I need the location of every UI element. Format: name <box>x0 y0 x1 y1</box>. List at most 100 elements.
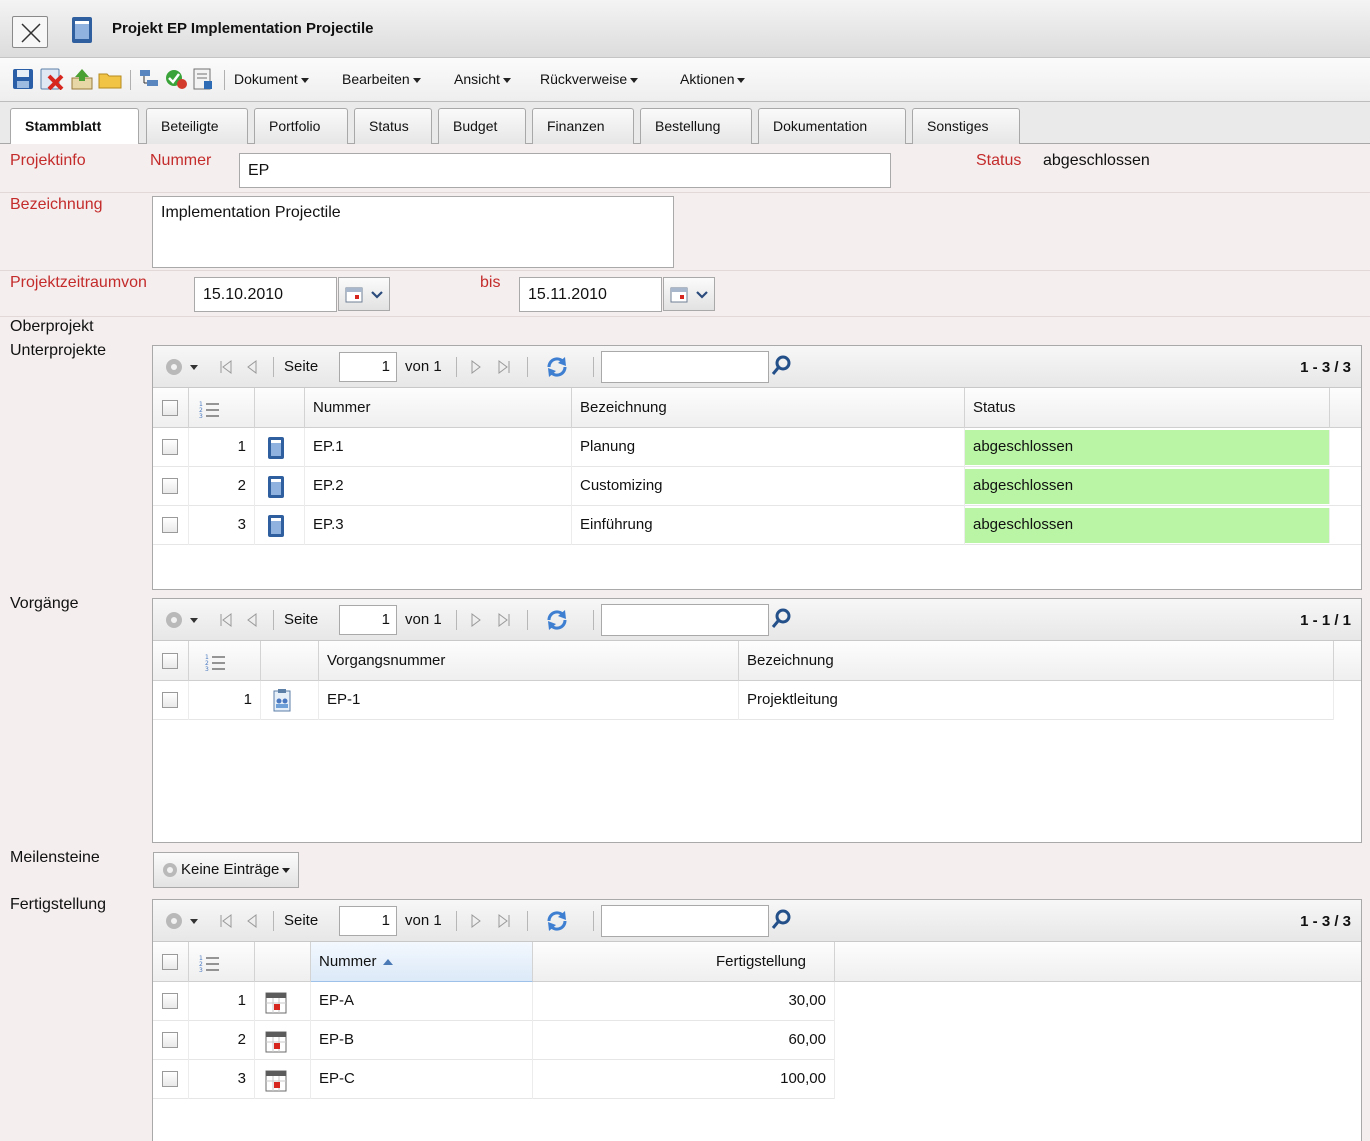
page-number-input[interactable]: 1 <box>339 605 397 635</box>
menu-ansicht[interactable]: Ansicht <box>454 71 511 87</box>
vorgaenge-search-input[interactable] <box>601 604 769 636</box>
last-page-icon[interactable] <box>497 612 511 628</box>
meilensteine-menu-button[interactable]: Keine Einträge <box>153 852 300 888</box>
fertigstellung-search-input[interactable] <box>601 905 769 937</box>
previous-page-icon[interactable] <box>247 913 257 929</box>
first-page-icon[interactable] <box>219 612 233 628</box>
previous-page-icon[interactable] <box>247 612 257 628</box>
table-row[interactable]: 1 EP-1 Projektleitung <box>153 681 1334 720</box>
folder-icon[interactable] <box>98 68 122 90</box>
search-icon[interactable] <box>771 607 793 629</box>
close-button[interactable] <box>12 16 48 48</box>
von-date-picker-button[interactable] <box>338 277 390 311</box>
row-number: 2 <box>189 1021 255 1060</box>
row-checkbox[interactable] <box>162 439 178 455</box>
unterprojekte-search-input[interactable] <box>601 351 769 383</box>
row-number: 1 <box>189 982 255 1021</box>
menu-dokument[interactable]: Dokument <box>234 71 309 87</box>
tab-finanzen[interactable]: Finanzen <box>532 108 634 144</box>
last-page-icon[interactable] <box>497 913 511 929</box>
cell-nummer[interactable]: EP.3 <box>305 506 572 545</box>
status-badge: abgeschlossen <box>965 430 1330 465</box>
von-date-input[interactable]: 15.10.2010 <box>194 277 337 312</box>
tab-budget[interactable]: Budget <box>438 108 526 144</box>
refresh-icon[interactable] <box>545 608 569 632</box>
tab-status[interactable]: Status <box>354 108 432 144</box>
column-header-status[interactable]: Status <box>965 388 1330 428</box>
upload-icon[interactable] <box>70 68 94 90</box>
cell-vorgangsnummer[interactable]: EP-1 <box>319 681 739 720</box>
bis-date-picker-button[interactable] <box>663 277 715 311</box>
status-value: abgeschlossen <box>1043 152 1150 169</box>
table-row[interactable]: 3 EP.3 Einführung abgeschlossen <box>153 506 1361 545</box>
report-icon[interactable] <box>192 68 214 90</box>
delete-icon[interactable] <box>40 68 64 90</box>
select-all-checkbox[interactable] <box>162 653 178 669</box>
cell-nummer[interactable]: EP.1 <box>305 428 572 467</box>
row-checkbox[interactable] <box>162 1032 178 1048</box>
table-row[interactable]: 2 EP.2 Customizing abgeschlossen <box>153 467 1361 506</box>
tab-portfolio[interactable]: Portfolio <box>254 108 348 144</box>
row-checkbox[interactable] <box>162 993 178 1009</box>
row-number: 1 <box>189 428 255 467</box>
gear-icon <box>163 863 177 878</box>
cell-nummer[interactable]: EP-C <box>311 1060 533 1099</box>
first-page-icon[interactable] <box>219 359 233 375</box>
table-row[interactable]: 3 EP-C 100,00 <box>153 1060 835 1099</box>
previous-page-icon[interactable] <box>247 359 257 375</box>
row-checkbox[interactable] <box>162 478 178 494</box>
select-all-checkbox[interactable] <box>162 954 178 970</box>
page-number-input[interactable]: 1 <box>339 906 397 936</box>
search-icon[interactable] <box>771 354 793 376</box>
oberprojekt-label: Oberprojekt <box>10 318 94 335</box>
next-page-icon[interactable] <box>471 359 481 375</box>
gear-icon[interactable] <box>163 609 199 631</box>
unterprojekte-grid: Seite 1 von 1 1 - 3 / 3 123 Nummer Bezei… <box>152 345 1362 590</box>
bezeichnung-textarea[interactable]: Implementation Projectile <box>152 196 674 268</box>
column-header-bezeichnung[interactable]: Bezeichnung <box>739 641 1334 681</box>
select-all-checkbox[interactable] <box>162 400 178 416</box>
tab-sonstiges[interactable]: Sonstiges <box>912 108 1020 144</box>
tab-beteiligte[interactable]: Beteiligte <box>146 108 248 144</box>
cell-nummer[interactable]: EP.2 <box>305 467 572 506</box>
cell-nummer[interactable]: EP-B <box>311 1021 533 1060</box>
column-header-fertigstellung[interactable]: Fertigstellung <box>533 942 835 982</box>
last-page-icon[interactable] <box>497 359 511 375</box>
column-header-bezeichnung[interactable]: Bezeichnung <box>572 388 965 428</box>
table-row[interactable]: 1 EP.1 Planung abgeschlossen <box>153 428 1361 467</box>
column-header-nummer[interactable]: Nummer <box>305 388 572 428</box>
projektzeitraum-label: Projektzeitraumvon <box>10 274 147 291</box>
cell-fertigstellung: 100,00 <box>533 1060 835 1099</box>
table-row[interactable]: 2 EP-B 60,00 <box>153 1021 835 1060</box>
refresh-icon[interactable] <box>545 909 569 933</box>
refresh-icon[interactable] <box>545 355 569 379</box>
column-header-nummer[interactable]: Nummer <box>311 942 533 982</box>
page-number-input[interactable]: 1 <box>339 352 397 382</box>
approve-icon[interactable] <box>164 68 188 90</box>
row-checkbox[interactable] <box>162 1071 178 1087</box>
numbered-list-icon: 123 <box>205 654 225 671</box>
row-checkbox[interactable] <box>162 692 178 708</box>
gear-icon[interactable] <box>163 910 199 932</box>
tab-bestellung[interactable]: Bestellung <box>640 108 752 144</box>
menu-rueckverweise[interactable]: Rückverweise <box>540 71 639 87</box>
hierarchy-icon[interactable] <box>138 68 160 90</box>
bis-date-input[interactable]: 15.11.2010 <box>519 277 662 312</box>
unterprojekte-pager: Seite 1 von 1 1 - 3 / 3 <box>153 346 1361 388</box>
nummer-label: Nummer <box>150 152 212 169</box>
menu-aktionen[interactable]: Aktionen <box>680 71 746 87</box>
nummer-input[interactable]: EP <box>239 153 891 188</box>
gear-icon[interactable] <box>163 356 199 378</box>
first-page-icon[interactable] <box>219 913 233 929</box>
column-header-vorgangsnummer[interactable]: Vorgangsnummer <box>319 641 739 681</box>
cell-nummer[interactable]: EP-A <box>311 982 533 1021</box>
menu-bearbeiten[interactable]: Bearbeiten <box>342 71 421 87</box>
row-checkbox[interactable] <box>162 517 178 533</box>
save-icon[interactable] <box>12 68 34 90</box>
next-page-icon[interactable] <box>471 612 481 628</box>
tab-dokumentation[interactable]: Dokumentation <box>758 108 906 144</box>
table-row[interactable]: 1 EP-A 30,00 <box>153 982 835 1021</box>
next-page-icon[interactable] <box>471 913 481 929</box>
tab-stammblatt[interactable]: Stammblatt <box>10 108 139 145</box>
search-icon[interactable] <box>771 908 793 930</box>
